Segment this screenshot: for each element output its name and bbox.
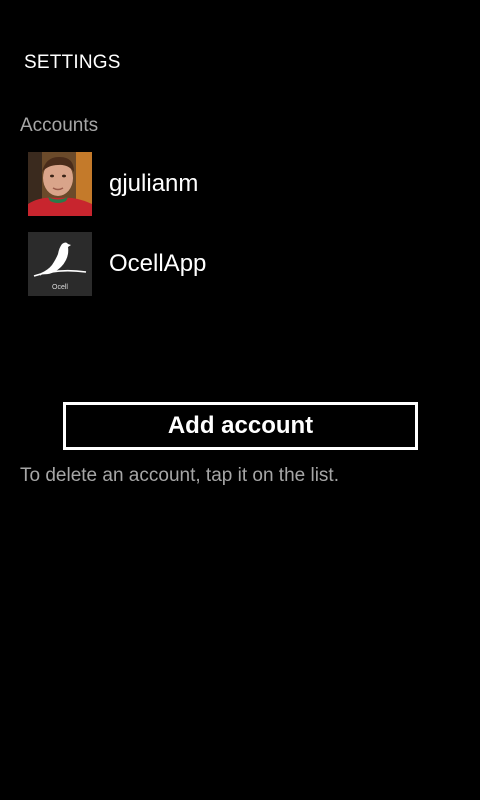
- account-list: gjulianm Ocell OcellApp: [28, 152, 458, 312]
- page-title: SETTINGS: [24, 52, 121, 73]
- add-account-button[interactable]: Add account: [63, 402, 418, 450]
- ocell-logo-caption: Ocell: [52, 284, 68, 291]
- account-name: gjulianm: [109, 170, 199, 197]
- ocell-logo-image: Ocell: [28, 232, 92, 296]
- ocell-bird-logo-icon: Ocell: [28, 232, 92, 296]
- account-name: OcellApp: [109, 250, 207, 277]
- account-item-gjulianm[interactable]: gjulianm: [28, 152, 458, 216]
- user-photo-image: [28, 152, 92, 216]
- user-photo-avatar: [28, 152, 92, 216]
- account-item-ocellapp[interactable]: Ocell OcellApp: [28, 232, 458, 296]
- delete-hint-text: To delete an account, tap it on the list…: [20, 465, 339, 486]
- accounts-section-header: Accounts: [20, 115, 99, 136]
